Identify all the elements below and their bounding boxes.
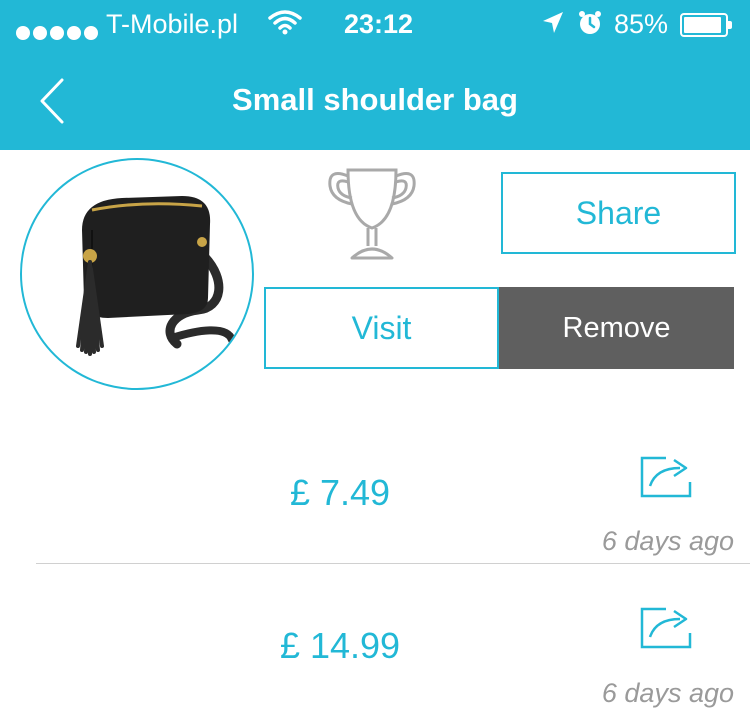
alarm-icon [576,9,604,44]
carrier-label: T-Mobile.pl [106,9,239,39]
battery-icon [680,13,732,37]
timestamp-label: 6 days ago [601,678,734,708]
location-arrow-icon [540,9,566,44]
row-divider [36,563,750,564]
battery-percent: 85% [614,9,669,39]
status-bar: T-Mobile.pl 23:12 85% [0,0,750,52]
share-arrow-icon[interactable] [636,452,696,502]
wifi-icon [268,8,302,43]
timestamp-label: 6 days ago [601,526,734,556]
signal-dots-icon [16,16,101,47]
trophy-icon [322,160,422,270]
clock-time: 23:12 [344,9,414,39]
price-value: £ 14.99 [279,625,401,666]
small-shoulder-bag-image [76,196,236,356]
page-title: Small shoulder bag [232,82,518,117]
visit-button[interactable]: Visit [264,287,499,369]
remove-button[interactable]: Remove [499,287,734,369]
price-history-row: £ 7.49 6 days ago [0,412,750,562]
share-arrow-icon[interactable] [636,603,696,653]
price-history-row: £ 14.99 6 days ago [0,565,750,715]
share-button[interactable]: Share [501,172,736,254]
app-header: T-Mobile.pl 23:12 85% Small shoulder bag [0,0,750,150]
product-image [20,158,254,390]
price-value: £ 7.49 [289,472,391,513]
